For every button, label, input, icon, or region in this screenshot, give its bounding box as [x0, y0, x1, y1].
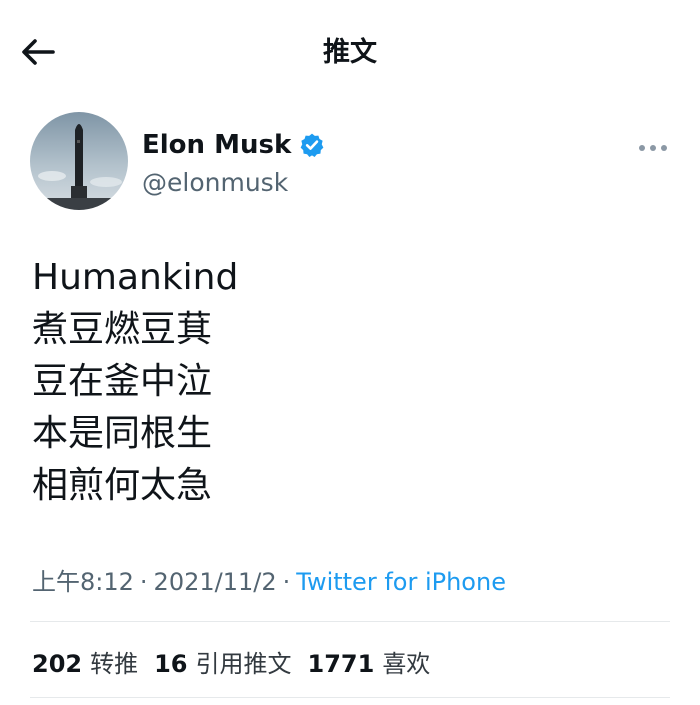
tweet-text: Humankind 煮豆燃豆萁 豆在釜中泣 本是同根生 相煎何太急 — [32, 252, 672, 512]
author-name-row[interactable]: Elon Musk — [142, 130, 325, 160]
quotes-label: 引用推文 — [195, 650, 292, 678]
tweet-line: 煮豆燃豆萁 — [32, 309, 213, 350]
tweet-line: 豆在釜中泣 — [32, 361, 213, 402]
retweets-count: 202 — [32, 650, 83, 678]
retweets-stat[interactable]: 202 转推 — [32, 644, 138, 679]
tweet-line: 相煎何太急 — [32, 465, 213, 506]
tweet-author: Elon Musk @elonmusk — [30, 112, 670, 212]
tweet-line: Humankind — [32, 257, 239, 298]
tweet-detail-page: 推文 Elon Musk @elonmusk Humankind 煮豆燃豆萁 豆… — [0, 0, 700, 705]
tweet-line: 本是同根生 — [32, 413, 213, 454]
verified-badge-icon — [300, 133, 324, 158]
tweet-stats: 202 转推 16 引用推文 1771 喜欢 — [32, 644, 430, 679]
tweet-meta: 上午8:12 · 2021/11/2 · Twitter for iPhone — [32, 562, 672, 597]
author-display-name: Elon Musk — [142, 130, 292, 160]
author-handle[interactable]: @elonmusk — [142, 168, 288, 197]
likes-count: 1771 — [307, 650, 375, 678]
meta-separator: · — [282, 568, 291, 596]
retweets-label: 转推 — [90, 650, 139, 678]
avatar[interactable] — [30, 112, 128, 210]
likes-label: 喜欢 — [382, 650, 431, 678]
top-bar: 推文 — [0, 0, 700, 100]
tweet-date[interactable]: 2021/11/2 — [154, 568, 277, 596]
page-title: 推文 — [323, 37, 377, 68]
quotes-stat[interactable]: 16 引用推文 — [154, 644, 291, 679]
more-options-icon — [639, 145, 667, 151]
quotes-count: 16 — [154, 650, 188, 678]
divider — [30, 621, 670, 622]
meta-separator: · — [139, 568, 148, 596]
avatar-image — [30, 112, 128, 210]
divider — [30, 697, 670, 698]
likes-stat[interactable]: 1771 喜欢 — [308, 644, 431, 679]
tweet-source-link[interactable]: Twitter for iPhone — [296, 568, 506, 596]
more-options-button[interactable] — [636, 140, 670, 156]
tweet-time[interactable]: 上午8:12 — [32, 568, 134, 596]
